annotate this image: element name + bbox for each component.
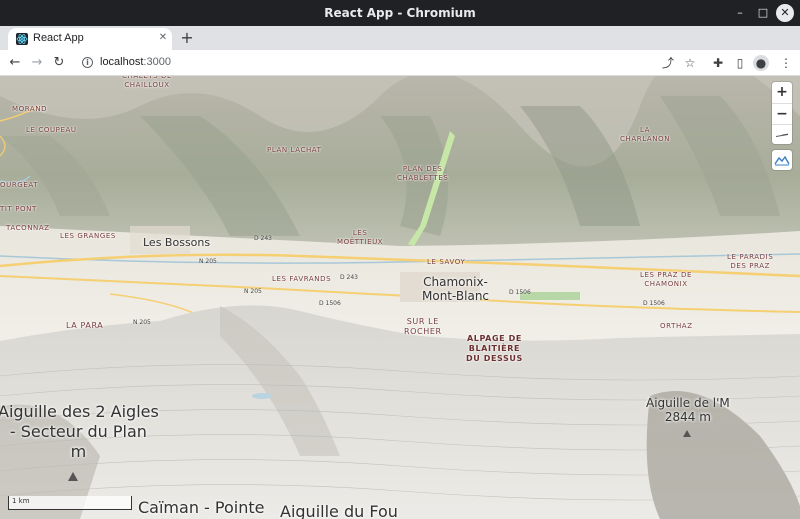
road-ref: D 1506 xyxy=(643,300,665,307)
place-taconnaz: TACONNAZ xyxy=(6,224,50,232)
tab-react-app[interactable]: React App ✕ xyxy=(8,28,172,50)
url-host: localhost xyxy=(100,56,144,68)
road-ref: N 205 xyxy=(133,319,151,326)
peak-aiguille-de-l-m: Aiguille de l'M 2844 m xyxy=(646,396,730,424)
place-les-moettieux: LES MOËTTIEUX xyxy=(337,229,384,246)
side-panel-icon[interactable]: ▯ xyxy=(732,55,748,71)
terrain-icon xyxy=(774,155,790,166)
map-scale-bar: 1 km xyxy=(8,496,132,510)
forward-button[interactable]: → xyxy=(28,54,46,72)
road-ref: N 205 xyxy=(244,288,262,295)
map-canvas[interactable]: CHALETS DE CHAILLOUX MORAND LE COUPEAU P… xyxy=(0,76,800,519)
place-le-coupeau: LE COUPEAU xyxy=(26,126,77,134)
road-ref: D 1506 xyxy=(509,289,531,296)
url-text: localhost:3000 xyxy=(100,56,171,68)
address-bar[interactable]: i localhost:3000 xyxy=(74,53,704,73)
peak-aiguille-du-fou: Aiguille du Fou xyxy=(280,502,398,519)
place-la-charlanon: LA CHARLANON xyxy=(620,126,671,143)
zoom-out-button[interactable]: − xyxy=(772,103,792,123)
peak-aiguille-des-2-aigles: Aiguille des 2 Aigles - Secteur du Plan … xyxy=(0,402,159,461)
close-window-button[interactable]: ✕ xyxy=(776,4,794,22)
place-ourgeat: OURGEAT xyxy=(0,181,39,189)
peak-marker-icon xyxy=(683,430,691,437)
react-logo-icon xyxy=(16,33,28,45)
peak-caiman-pointe: Caïman - Pointe xyxy=(138,498,265,517)
tab-close-icon[interactable]: ✕ xyxy=(156,32,170,43)
city-les-bossons: Les Bossons xyxy=(143,236,211,249)
share-icon[interactable]: ⤴ xyxy=(660,55,676,71)
terrain-toggle-button[interactable] xyxy=(772,150,792,170)
place-plan-lachat: PLAN LACHAT xyxy=(267,146,322,154)
browser-menu-icon[interactable]: ⋮ xyxy=(778,55,794,71)
extensions-icon[interactable]: ✚ xyxy=(710,55,726,71)
profile-avatar-icon[interactable]: ● xyxy=(753,55,769,71)
road-ref: N 205 xyxy=(199,258,217,265)
place-sur-le-rocher: SUR LE ROCHER xyxy=(404,317,442,336)
compass-button[interactable] xyxy=(772,124,792,144)
window-title: React App - Chromium xyxy=(324,6,476,20)
city-chamonix: Chamonix- Mont-Blanc xyxy=(422,275,490,303)
peak-marker-icon xyxy=(68,472,78,481)
place-morand: MORAND xyxy=(12,105,48,113)
place-le-paradis-des-praz: LE PARADIS DES PRAZ xyxy=(727,253,774,270)
road-ref: D 243 xyxy=(340,274,358,281)
tab-title: React App xyxy=(33,32,84,44)
place-chalets-de-chailloux: CHALETS DE CHAILLOUX xyxy=(122,76,173,89)
maximize-button[interactable]: □ xyxy=(754,4,772,22)
zoom-in-button[interactable]: + xyxy=(772,82,792,102)
place-les-granges: LES GRANGES xyxy=(60,232,116,240)
compass-icon xyxy=(776,133,789,137)
road-ref: D 243 xyxy=(254,235,272,242)
scale-label: 1 km xyxy=(12,497,30,505)
url-port: :3000 xyxy=(143,56,171,68)
place-les-favrands: LES FAVRANDS xyxy=(272,275,332,283)
place-tit-pont: TIT PONT xyxy=(0,205,37,213)
place-orthaz: ORTHAZ xyxy=(660,322,693,330)
site-info-icon[interactable]: i xyxy=(82,57,93,68)
window-titlebar: React App - Chromium – □ ✕ xyxy=(0,0,800,26)
back-button[interactable]: ← xyxy=(6,54,24,72)
place-plan-des-chablettes: PLAN DES CHABLETTES xyxy=(397,165,449,182)
new-tab-button[interactable]: + xyxy=(178,29,196,47)
place-le-savoy: LE SAVOY xyxy=(427,258,466,266)
place-les-praz-de-chamonix: LES PRAZ DE CHAMONIX xyxy=(640,271,693,288)
bookmark-star-icon[interactable]: ☆ xyxy=(682,55,698,71)
reload-button[interactable]: ↻ xyxy=(50,54,68,72)
minimize-button[interactable]: – xyxy=(731,4,749,22)
place-alpage-de-blaitiere: ALPAGE DE BLAITIÈRE DU DESSUS xyxy=(466,334,523,363)
browser-toolbar: ← → ↻ i localhost:3000 ⤴ ☆ ✚ ▯ ● ⋮ xyxy=(0,50,800,76)
map-navigation-control: + − xyxy=(772,82,792,144)
place-la-para: LA PARA xyxy=(66,321,104,330)
road-ref: D 1506 xyxy=(319,300,341,307)
tab-strip: React App ✕ + xyxy=(0,26,800,50)
